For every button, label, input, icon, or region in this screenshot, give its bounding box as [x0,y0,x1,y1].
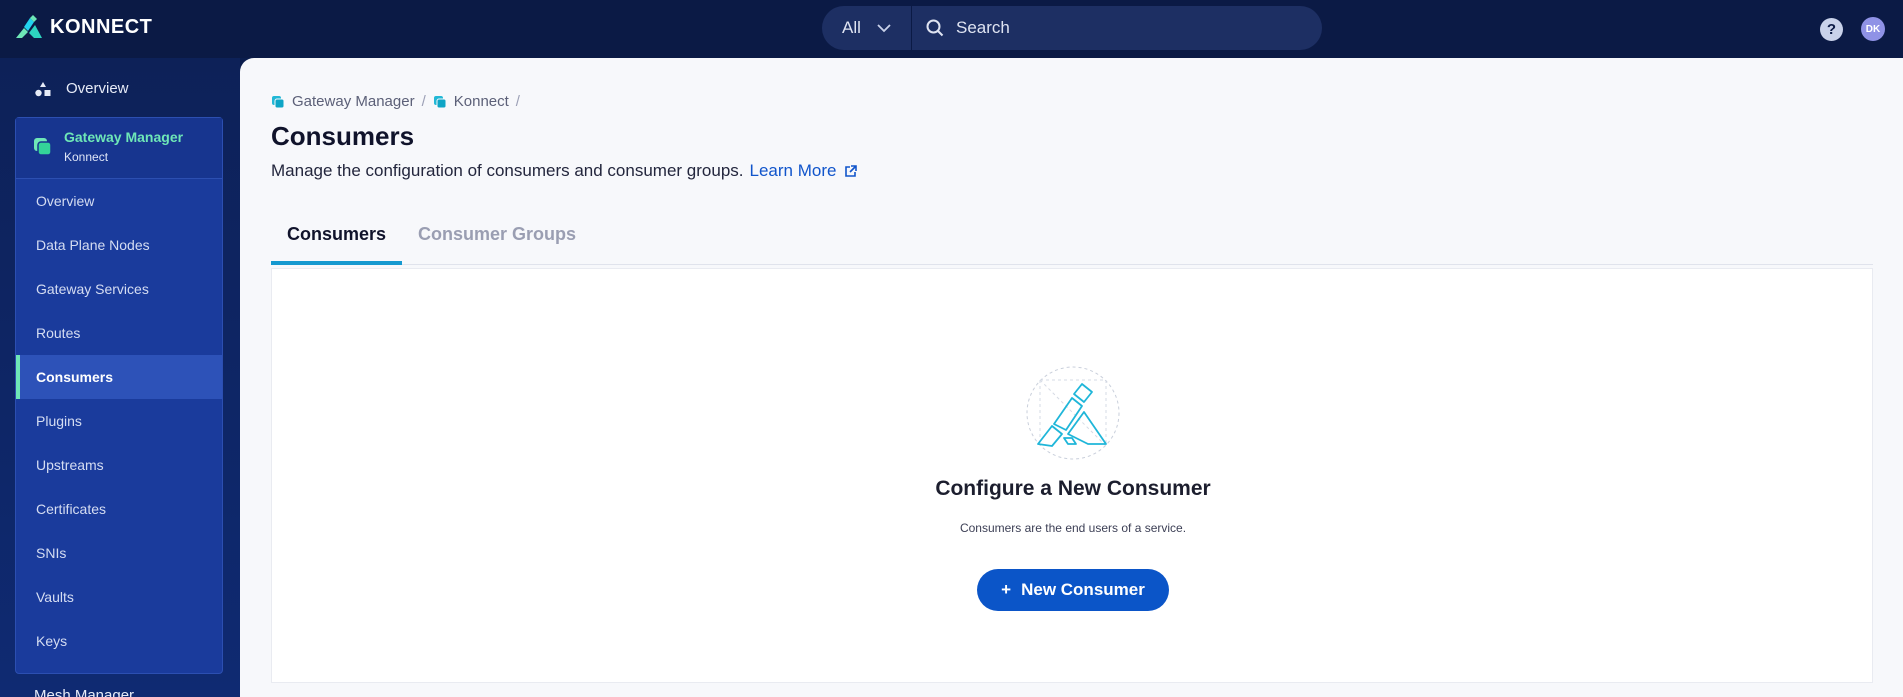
breadcrumb-item-gateway-manager[interactable]: Gateway Manager [271,93,415,110]
sidebar-item-label: Overview [66,80,129,97]
global-search: All Search [822,6,1322,50]
breadcrumb-label: Gateway Manager [292,93,415,110]
breadcrumb-label: Konnect [453,93,509,110]
empty-state-title: Configure a New Consumer [935,477,1211,500]
gateway-manager-header[interactable]: Gateway Manager Konnect [16,118,222,179]
sidebar-item-data-plane-nodes[interactable]: Data Plane Nodes [16,223,222,267]
sidebar-item-vaults[interactable]: Vaults [16,575,222,619]
sidebar-item-upstreams[interactable]: Upstreams [16,443,222,487]
search-scope-value: All [842,18,861,37]
tab-consumer-groups[interactable]: Consumer Groups [402,204,592,265]
page-description: Manage the configuration of consumers an… [271,161,858,181]
chevron-down-icon [877,23,891,32]
search-icon [926,19,944,37]
brand-name: KONNECT [50,15,153,38]
search-placeholder: Search [956,18,1010,37]
external-link-icon [845,164,858,177]
plus-icon: + [1001,580,1012,599]
overview-icon [35,81,51,96]
control-plane-icon [433,95,447,108]
sidebar-item-mesh-manager[interactable]: Mesh Manager [34,687,134,697]
konnect-logo[interactable]: KONNECT [14,14,152,40]
page-description-text: Manage the configuration of consumers an… [271,161,744,180]
kong-illustration-icon [1026,366,1120,460]
gateway-manager-subtitle: Konnect [64,150,109,164]
empty-state-description: Consumers are the end users of a service… [959,521,1187,535]
sidebar-item-overview-gm[interactable]: Overview [16,179,222,223]
search-input[interactable]: Search [912,18,1010,38]
sidebar: Overview Gateway Manager Konnect Overvie… [0,58,240,697]
top-bar: KONNECT All Search ? DK [0,0,1903,58]
new-consumer-label: New Consumer [1021,580,1145,599]
breadcrumb-item-konnect[interactable]: Konnect [433,93,509,110]
sidebar-item-plugins[interactable]: Plugins [16,399,222,443]
gateway-manager-title: Gateway Manager [64,129,184,145]
breadcrumb-separator: / [421,93,426,110]
gateway-manager-icon [272,95,285,108]
sidebar-item-consumers[interactable]: Consumers [16,355,222,399]
learn-more-link[interactable]: Learn More [750,161,858,181]
help-icon[interactable]: ? [1820,18,1843,41]
search-scope-select[interactable]: All [822,6,912,50]
breadcrumb-separator: / [515,93,520,110]
gateway-manager-panel: Gateway Manager Konnect Overview Data Pl… [15,117,223,674]
kong-logo-icon [16,15,42,38]
tabs: Consumers Consumer Groups [271,204,1873,265]
tab-consumers[interactable]: Consumers [271,204,403,265]
sidebar-item-routes[interactable]: Routes [16,311,222,355]
page-title: Consumers [271,121,415,151]
sidebar-item-overview[interactable]: Overview [34,80,129,97]
empty-state: Configure a New Consumer Consumers are t… [271,268,1873,683]
sidebar-item-snis[interactable]: SNIs [16,531,222,575]
sidebar-item-certificates[interactable]: Certificates [16,487,222,531]
avatar[interactable]: DK [1861,17,1885,41]
breadcrumb: Gateway Manager / Konnect / [271,93,520,110]
learn-more-label: Learn More [749,161,837,180]
gateway-manager-icon [34,138,52,156]
new-consumer-button[interactable]: + New Consumer [977,569,1169,611]
gateway-nav-list: Overview Data Plane Nodes Gateway Servic… [16,179,222,663]
main-content: Gateway Manager / Konnect / Consumers Ma… [240,58,1903,697]
sidebar-item-keys[interactable]: Keys [16,619,222,663]
sidebar-item-gateway-services[interactable]: Gateway Services [16,267,222,311]
